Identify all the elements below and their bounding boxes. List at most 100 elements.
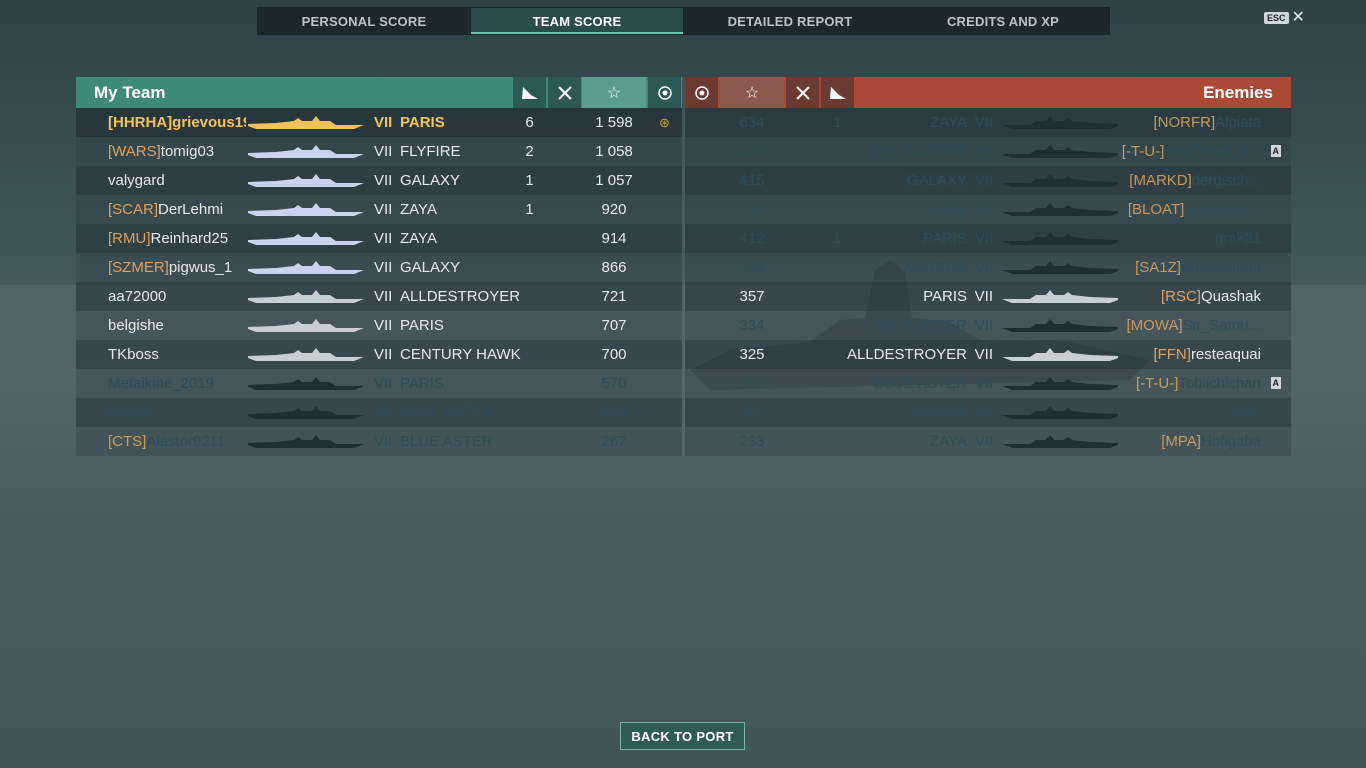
base-xp: 412 [739,230,765,247]
player-nickname: grievous19... [172,114,246,131]
table-row[interactable]: TKboss VII CENTURY HAWK 700 [76,340,682,369]
clan-tag: [BLOAT] [1127,201,1185,218]
table-row[interactable]: valygard VII GALAXY 1 1 057 [76,166,682,195]
base-xp: 233 [739,433,765,450]
player-name: [SZMER]pigwus_1 [108,253,246,282]
ship-name: ZAYA [400,230,437,247]
player-name: TKboss [108,340,246,369]
clan-tag: [HHRHA] [108,114,173,131]
ship-name: PARIS [923,288,967,305]
table-row[interactable]: [HHRHA]grievous19... VII PARIS 6 1 598 ⊛ [76,108,682,137]
my-team-title: My Team [94,83,166,102]
table-row[interactable]: 301 BLUE ASTER VII [-T-U-]Tobiichichan A [685,369,1291,398]
base-xp: 267 [601,433,627,450]
player-nickname: Sir_Samu... [1182,317,1261,334]
table-row[interactable]: belgishe VII PARIS 707 [76,311,682,340]
player-name: aa72000 [108,282,246,311]
ship-silhouette-icon [246,202,366,222]
planes-destroyed-icon [786,77,819,108]
enemies-panel: ☆ Enemies 634 1 ZAYA VII [NORFR]Alpiata 460 1 B… [685,77,1291,457]
player-name: [RSC]Quashak [1121,282,1261,311]
planes-destroyed: 1 [833,143,842,160]
table-row[interactable]: 412 1 PARIS VII grak21 [685,224,1291,253]
tab-credits-and-xp[interactable]: CREDITS AND XP [897,8,1109,34]
table-row[interactable]: 325 ALLDESTROYER VII [FFN]resteaquai [685,340,1291,369]
player-nickname: Quashak [1200,288,1261,305]
ship-silhouette-icon [1000,376,1120,396]
table-row[interactable]: 357 PARIS VII [RSC]Quashak [685,282,1291,311]
table-row[interactable]: 414 PARIS VII [BLOAT]Supersho... [685,195,1291,224]
ship-silhouette-icon [1000,115,1120,135]
enemies-title: Enemies [1203,83,1273,102]
tab-detailed-report[interactable]: DETAILED REPORT [684,8,897,34]
ship-name: PARIS [400,114,445,131]
table-row[interactable]: Ptikipik VII BLUE ASTER 403 [76,398,682,427]
ship-name: PARIS [400,375,444,392]
ship-silhouette-icon [1000,260,1120,280]
ship-name: GALAXY [400,172,461,189]
ship-tier: VII [974,317,993,334]
ship-name: GALAXY [400,259,461,276]
back-to-port-button[interactable]: BACK TO PORT [620,722,745,750]
my-team-rows: [HHRHA]grievous19... VII PARIS 6 1 598 ⊛ [WARS… [76,108,682,456]
ship-silhouette-icon [246,347,366,367]
base-xp: 721 [601,288,627,305]
ship-tier: VII [374,317,393,334]
player-name: Ptikipik [108,398,246,427]
table-row[interactable]: [CTS]Alastor9211 VII BLUE ASTER 267 [76,427,682,456]
ship-name: BLUE ASTER [874,375,967,392]
table-row[interactable]: 233 ZAYA VII [MPA]Hofigaba [685,427,1291,456]
table-row[interactable]: 415 GALAXY VII [MARKD]dergisch... [685,166,1291,195]
ship-name: ZAYA [400,201,437,218]
table-row[interactable]: [SZMER]pigwus_1 VII GALAXY 866 [76,253,682,282]
player-nickname: DerLehmi [158,201,224,218]
ship-tier: VII [374,346,393,363]
tab-team-score[interactable]: TEAM SCORE [471,8,684,34]
clan-tag: [SCAR] [108,201,159,218]
ships-destroyed-icon [513,77,546,108]
ship-silhouette-icon [246,115,366,135]
player-name: [FFN]resteaquai [1121,340,1261,369]
player-name: [HHRHA]grievous19... [108,108,246,137]
ship-tier: VII [974,201,993,218]
base-xp-star-icon: ☆ [720,77,784,108]
ships-destroyed: 1 [525,172,534,189]
ship-tier: VII [374,288,393,305]
ship-silhouette-icon [246,318,366,338]
table-row[interactable]: 460 1 BLUE ASTER VII [-T-U-]BoyOfHell_1... A [685,137,1291,166]
planes-destroyed-icon [548,77,581,108]
base-xp: 357 [739,288,765,305]
player-name: n3lix [1121,398,1261,427]
player-nickname: Ptikipik [108,404,156,421]
base-xp: 415 [739,172,765,189]
base-xp: 405 [739,259,765,276]
player-nickname: dergisch... [1191,172,1261,189]
table-row[interactable]: 334 BLUE ASTER VII [MOWA]Sir_Samu... [685,311,1291,340]
planes-destroyed: 1 [833,114,842,131]
base-xp: 267 [739,404,765,421]
table-row[interactable]: 267 NORMA VII n3lix [685,398,1291,427]
ship-tier: VII [974,143,993,160]
table-row[interactable]: 634 1 ZAYA VII [NORFR]Alpiata [685,108,1291,137]
table-row[interactable]: 405 AURORA VII [SA1Z]Knuddelfant [685,253,1291,282]
table-row[interactable]: [RMU]Reinhard25 VII ZAYA 914 [76,224,682,253]
ship-silhouette-icon [246,231,366,251]
table-row[interactable]: Metalkine_2019 VII PARIS 570 [76,369,682,398]
ship-tier: VII [974,433,993,450]
table-row[interactable]: [SCAR]DerLehmi VII ZAYA 1 920 [76,195,682,224]
enemies-header: ☆ Enemies [685,77,1291,108]
ship-name: ZAYA [930,433,967,450]
base-xp: 700 [601,346,627,363]
table-row[interactable]: aa72000 VII ALLDESTROYER 721 [76,282,682,311]
base-xp: 460 [739,143,765,160]
clan-tag: [-T-U-] [1121,143,1165,160]
esc-key-hint: ESC [1264,12,1289,24]
clan-tag: [RMU] [108,230,151,247]
player-nickname: Reinhard25 [150,230,229,247]
table-row[interactable]: [WARS]tomig03 VII FLYFIRE 2 1 058 [76,137,682,166]
ship-tier: VII [374,259,393,276]
player-name: [SA1Z]Knuddelfant [1121,253,1261,282]
tab-personal-score[interactable]: PERSONAL SCORE [258,8,471,34]
base-xp: 334 [739,317,765,334]
close-button[interactable]: ESC ✕ [1264,10,1305,26]
